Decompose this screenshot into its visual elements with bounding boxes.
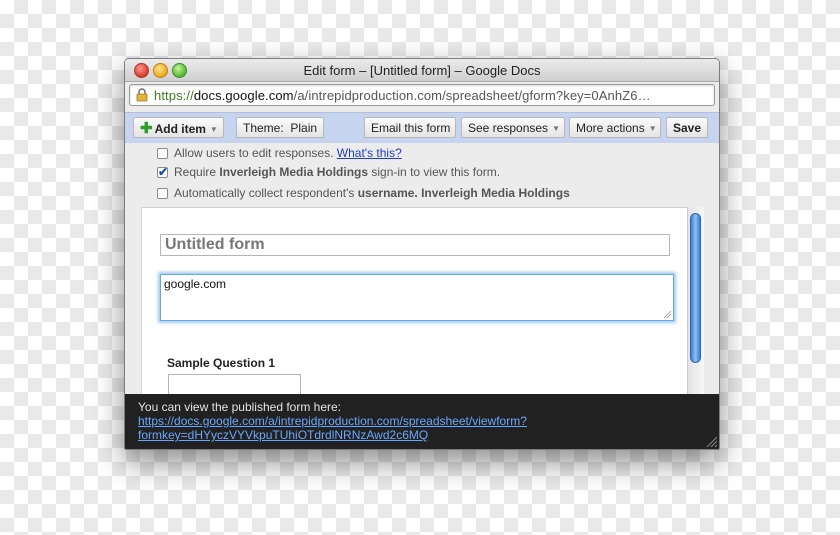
collect-username-pre: Automatically collect respondent's — [174, 186, 358, 200]
published-form-notice: You can view the published form here: ht… — [125, 394, 719, 449]
check-icon: ✔ — [158, 165, 169, 179]
require-signin-checkbox[interactable]: ✔ — [157, 165, 169, 179]
option-require-signin: ✔ Require Inverleigh Media Holdings sign-… — [157, 165, 500, 181]
published-form-message: You can view the published form here: — [138, 400, 342, 414]
form-description-textarea[interactable]: google.com — [160, 274, 674, 321]
window-resize-grip-icon[interactable] — [705, 435, 717, 447]
allow-edit-text: Allow users to edit responses. — [174, 146, 334, 160]
option-collect-username: Automatically collect respondent's usern… — [157, 186, 570, 202]
url-host: docs.google.com — [193, 88, 294, 103]
address-bar[interactable]: https://docs.google.com/a/intrepidproduc… — [129, 84, 715, 106]
see-responses-label: See responses — [468, 121, 549, 135]
require-signin-pre: Require — [174, 165, 220, 179]
url-path: /a/intrepidproduction.com/spreadsheet/gf… — [293, 88, 651, 103]
see-responses-button[interactable]: See responses ▼ — [461, 117, 565, 138]
lock-icon — [136, 88, 148, 102]
email-form-button[interactable]: Email this form — [364, 117, 456, 138]
plus-icon: ✚ — [140, 120, 153, 137]
chevron-down-icon: ▼ — [648, 124, 657, 133]
collect-username-checkbox[interactable] — [157, 188, 168, 199]
save-label: Save — [673, 121, 702, 135]
require-signin-org: Inverleigh Media Holdings — [219, 165, 369, 179]
option-allow-edit: Allow users to edit responses. What's th… — [157, 146, 402, 162]
more-actions-button[interactable]: More actions ▼ — [569, 117, 661, 138]
title-bar: Edit form – [Untitled form] – Google Doc… — [125, 59, 719, 82]
whats-this-link[interactable]: What's this? — [337, 146, 402, 160]
theme-button[interactable]: Theme: Plain — [236, 117, 324, 138]
resize-grip-icon[interactable] — [663, 310, 671, 318]
collect-username-bold: username. Inverleigh Media Holdings — [357, 186, 570, 200]
scrollbar-thumb[interactable] — [690, 213, 701, 363]
published-form-link-continued[interactable]: formkey=dHYyczVYVkpuTUhiOTdrdlNRNzAwd2c6… — [138, 428, 428, 442]
require-signin-post: sign-in to view this form. — [368, 165, 501, 179]
form-toolbar: ✚ Add item ▼ Theme: Plain Email this form … — [125, 112, 719, 144]
save-button[interactable]: Save — [666, 117, 708, 138]
published-form-link[interactable]: https://docs.google.com/a/intrepidproduc… — [138, 414, 527, 428]
add-item-label: Add item — [154, 122, 206, 136]
theme-label: Theme: Plain — [243, 121, 318, 135]
form-title-input[interactable]: Untitled form — [160, 234, 670, 256]
question-label: Sample Question 1 — [167, 356, 276, 370]
browser-window: Edit form – [Untitled form] – Google Doc… — [124, 58, 720, 450]
window-title: Edit form – [Untitled form] – Google Doc… — [303, 63, 541, 78]
chevron-down-icon: ▼ — [552, 124, 560, 133]
form-editor: Untitled form google.com Sample Question… — [141, 207, 688, 396]
more-actions-label: More actions — [576, 121, 645, 135]
question-answer-input[interactable] — [168, 374, 301, 396]
url-protocol: https:// — [154, 88, 194, 103]
url-text[interactable]: https://docs.google.com/a/intrepidproduc… — [154, 88, 651, 103]
chevron-down-icon: ▼ — [209, 125, 218, 134]
form-description-text: google.com — [164, 277, 227, 291]
add-item-button[interactable]: ✚ Add item ▼ — [133, 117, 224, 138]
email-form-label: Email this form — [371, 121, 451, 135]
allow-edit-checkbox[interactable] — [157, 148, 168, 159]
